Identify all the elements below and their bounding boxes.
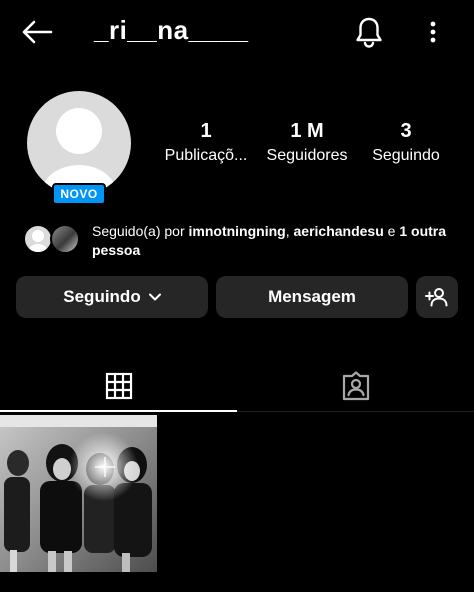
arrow-left-icon <box>22 20 53 44</box>
active-tab-indicator <box>0 410 237 412</box>
following-button-label: Seguindo <box>63 287 141 306</box>
posts-count: 1 <box>200 120 212 142</box>
post-image <box>0 415 157 572</box>
profile-username: _ri__na____ <box>94 15 249 45</box>
back-button[interactable] <box>18 14 56 50</box>
mutual-avatar-2 <box>50 224 80 254</box>
profile-avatar[interactable] <box>27 91 131 195</box>
followed-by-text: Seguido(a) por imnotningning, aerichande… <box>92 222 462 260</box>
default-avatar-icon <box>28 230 48 252</box>
posts-label: Publicaçõ... <box>164 147 248 164</box>
post-thumbnail[interactable] <box>0 415 157 572</box>
followers-stat[interactable]: 1 M Seguidores <box>259 118 355 168</box>
more-options-button[interactable] <box>418 13 448 51</box>
top-bar: _ri__na____ <box>0 0 474 64</box>
more-vertical-icon <box>430 21 436 43</box>
following-label: Seguindo <box>372 147 440 164</box>
followed-by-conjunction: e <box>383 223 400 239</box>
notifications-button[interactable] <box>350 13 388 51</box>
following-count: 3 <box>400 120 412 142</box>
new-badge: NOVO <box>52 183 106 205</box>
bell-icon <box>356 17 382 48</box>
person-add-icon <box>425 288 448 307</box>
following-button[interactable]: Seguindo <box>16 276 208 318</box>
mutual-avatar-1 <box>23 224 53 254</box>
avatar <box>27 91 131 195</box>
message-button[interactable]: Mensagem <box>216 276 408 318</box>
tab-divider <box>237 411 474 412</box>
followers-count: 1 M <box>290 120 324 142</box>
mutual-user-1[interactable]: imnotningning <box>189 223 286 239</box>
tab-tagged[interactable] <box>237 362 474 410</box>
tagged-person-icon <box>342 371 369 401</box>
followed-by[interactable]: Seguido(a) por imnotningning, aerichande… <box>23 222 463 260</box>
default-avatar-icon <box>41 108 117 195</box>
following-stat[interactable]: 3 Seguindo <box>363 118 449 168</box>
followed-by-prefix: Seguido(a) por <box>92 223 189 239</box>
message-button-label: Mensagem <box>268 287 356 306</box>
followers-label: Seguidores <box>266 147 348 164</box>
tab-grid[interactable] <box>0 362 237 410</box>
mutual-user-2[interactable]: aerichandesu <box>294 223 384 239</box>
add-user-button[interactable] <box>416 276 458 318</box>
grid-icon <box>105 372 132 400</box>
chevron-down-icon <box>148 293 161 301</box>
followed-by-separator: , <box>285 223 294 239</box>
posts-stat[interactable]: 1 Publicaçõ... <box>158 118 254 168</box>
